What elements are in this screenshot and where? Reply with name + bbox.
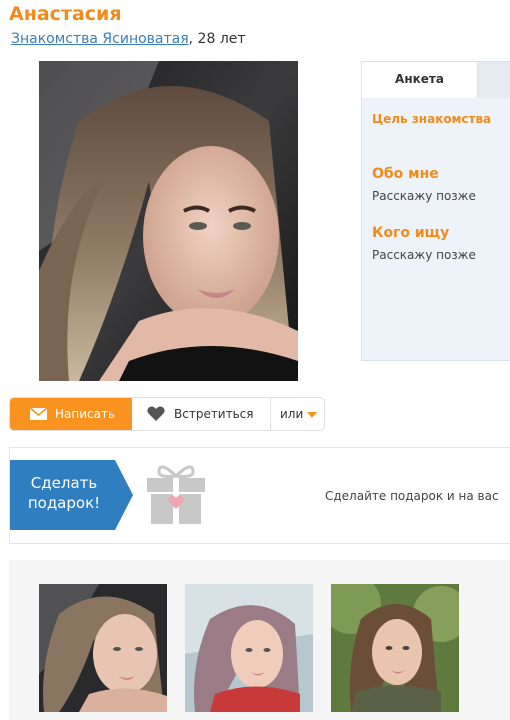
seek-heading: Кого ищу [372, 225, 450, 241]
gift-badge-text: Сделать подарок! [10, 473, 118, 513]
profile-panel: Анкета Цель знакомства Обо мне Расскажу … [361, 61, 510, 361]
location-link[interactable]: Знакомства Ясиноватая [11, 31, 189, 47]
age-text: , 28 лет [188, 31, 246, 47]
chevron-down-icon [307, 412, 317, 418]
photo-thumbnail-3-image [331, 584, 459, 712]
heart-icon [147, 406, 165, 421]
write-button-label: Написать [55, 407, 116, 421]
action-bar: Написать Встретиться или [9, 397, 325, 431]
seek-text: Расскажу позже [372, 248, 476, 262]
main-photo[interactable] [39, 61, 298, 381]
goal-heading: Цель знакомства [372, 112, 492, 126]
meet-button-label: Встретиться [174, 407, 254, 421]
envelope-icon [30, 408, 47, 420]
photo-thumbnail-1[interactable] [39, 584, 167, 712]
more-options-button[interactable]: или [270, 398, 324, 430]
gift-badge-line1: Сделать [30, 474, 98, 492]
or-label: или [280, 407, 304, 421]
profile-name: Анастасия [9, 3, 122, 25]
photo-thumbnail-2-image [185, 584, 313, 712]
tab-profile[interactable]: Анкета [362, 62, 478, 98]
about-heading: Обо мне [372, 166, 439, 182]
write-button[interactable]: Написать [10, 398, 132, 430]
profile-subtitle: Знакомства Ясиноватая, 28 лет [11, 31, 246, 47]
photo-thumbnail-1-image [39, 584, 167, 712]
gift-badge-line2: подарок! [27, 494, 101, 512]
photo-thumbnail-3[interactable] [331, 584, 459, 712]
photo-thumbnail-2[interactable] [185, 584, 313, 712]
gift-box-icon [147, 465, 205, 524]
gift-banner[interactable]: Сделать подарок! Сделайте подарок и на в… [9, 447, 510, 544]
main-photo-image [39, 61, 298, 381]
about-text: Расскажу позже [372, 189, 476, 203]
gift-promo-text: Сделайте подарок и на вас [325, 489, 499, 503]
meet-button[interactable]: Встретиться [132, 398, 270, 430]
